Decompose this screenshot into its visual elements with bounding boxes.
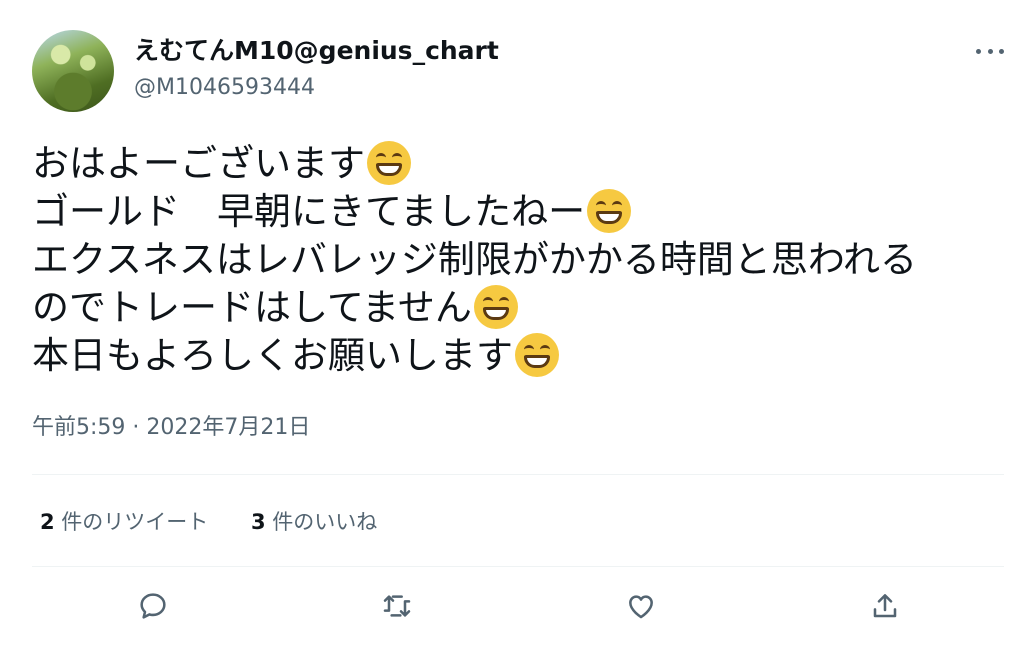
retweet-icon xyxy=(383,595,411,617)
grinning-face-emoji-icon xyxy=(473,284,518,329)
likes-count: 3 xyxy=(251,510,266,534)
grinning-face-emoji-icon xyxy=(367,140,411,185)
heart-icon xyxy=(629,595,653,619)
share-icon xyxy=(873,594,897,618)
retweets-count: 2 xyxy=(40,510,55,534)
tweet-timestamp[interactable]: 午前5:59 · 2022年7月21日 xyxy=(32,414,310,442)
likes-stat[interactable]: 3 件のいいね xyxy=(251,508,377,536)
grinning-face-emoji-icon xyxy=(515,332,559,377)
reply-icon xyxy=(140,593,166,619)
likes-label: 件のいいね xyxy=(265,510,378,534)
divider xyxy=(32,474,1004,475)
retweet-button[interactable] xyxy=(377,586,417,626)
retweets-stat[interactable]: 2 件のリツイート xyxy=(40,508,208,536)
tweet-line: 本日もよろしくお願いします xyxy=(32,332,1002,380)
tweet-line: ゴールド 早朝にきてましたねー xyxy=(32,188,1002,236)
more-icon[interactable] xyxy=(976,44,1004,58)
tweet-line: のでトレードはしてません xyxy=(32,284,1002,332)
tweet-line: おはよーございます xyxy=(32,140,1002,188)
author-handle[interactable]: @M1046593444 xyxy=(134,74,315,102)
share-button[interactable] xyxy=(865,586,905,626)
reply-button[interactable] xyxy=(133,586,173,626)
tweet-line: エクスネスはレバレッジ制限がかかる時間と思われる xyxy=(32,238,918,281)
retweets-label: 件のリツイート xyxy=(54,510,209,534)
divider xyxy=(32,566,1004,567)
tweet-text: おはよーございます ゴールド 早朝にきてましたねー エクスネスはレバレッジ制限が… xyxy=(32,140,1002,380)
tweet-card: えむてんM10@genius_chart @M1046593444 おはよーござ… xyxy=(0,0,1024,645)
like-button[interactable] xyxy=(621,586,661,626)
author-display-name[interactable]: えむてんM10@genius_chart xyxy=(134,36,499,66)
tweet-stats: 2 件のリツイート 3 件のいいね xyxy=(40,508,413,536)
avatar[interactable] xyxy=(32,30,114,112)
tweet-actions xyxy=(0,586,1024,626)
grinning-face-emoji-icon xyxy=(587,188,632,233)
